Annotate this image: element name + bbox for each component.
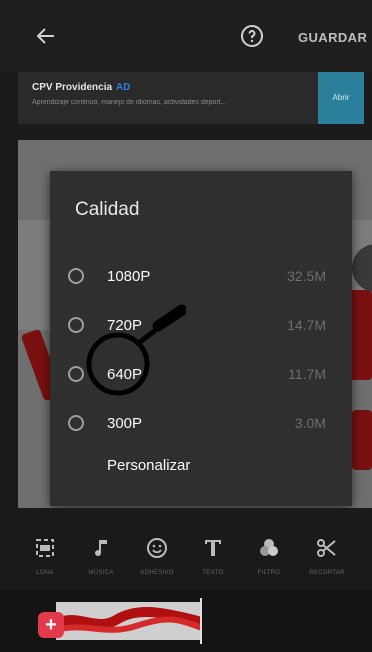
tool-label: MÚSICA [88,570,114,576]
ad-banner[interactable]: CPV Providencia AD Aprendizaje continuo, … [18,72,364,124]
tool-label: LONA [36,570,54,576]
tool-sticker[interactable]: ADHESIVO [134,536,180,576]
scissors-icon [317,539,336,557]
tool-label: ADHESIVO [140,570,174,576]
tool-canvas[interactable]: LONA [22,536,68,576]
tool-trim[interactable]: RECORTAR [304,536,350,576]
ad-title-text: CPV Providencia [32,82,113,93]
quality-option-300p[interactable]: 300P 3.0M [50,405,352,445]
add-clip-button[interactable]: + [38,612,64,638]
quality-option-640p[interactable]: 640P 11.7M [50,356,352,396]
tool-label: RECORTAR [309,570,345,576]
save-button[interactable]: GUARDAR [298,30,367,45]
quality-label: 1080P [107,268,151,285]
music-icon [95,540,107,557]
timeline: + [0,590,372,652]
canvas-decoration [352,410,372,470]
back-arrow-icon[interactable] [34,24,58,48]
top-app-bar: GUARDAR [0,0,372,72]
radio-button[interactable] [68,317,84,333]
file-size: 11.7M [288,366,326,382]
text-icon [205,540,221,556]
bottom-toolbar: LONA MÚSICA ADHESIVO TEXTO FILTRO RECORT… [0,508,372,590]
playhead[interactable] [200,598,202,644]
help-icon[interactable] [240,24,264,48]
ad-badge: AD [116,82,131,93]
radio-button[interactable] [68,366,84,382]
dialog-title: Calidad [75,199,140,220]
custom-quality-button[interactable]: Personalizar [107,457,190,474]
file-size: 32.5M [287,268,326,284]
quality-option-1080p[interactable]: 1080P 32.5M [50,258,352,298]
ad-open-button[interactable]: Abrir [318,72,364,124]
tool-music[interactable]: MÚSICA [78,536,124,576]
radio-button[interactable] [68,415,84,431]
radio-button[interactable] [68,268,84,284]
tool-label: TEXTO [202,570,224,576]
quality-dialog: Calidad 1080P 32.5M 720P 14.7M 640P 11.7… [50,171,352,506]
file-size: 14.7M [287,317,326,333]
filter-icon [260,539,278,556]
tool-filter[interactable]: FILTRO [246,536,292,576]
file-size: 3.0M [294,415,326,431]
tool-text[interactable]: TEXTO [190,536,236,576]
tool-label: FILTRO [257,570,281,576]
ad-description: Aprendizaje continuo, manejo de idiomas,… [32,99,227,106]
quality-label: 640P [107,366,143,383]
clip-preview [56,607,202,633]
canvas-icon [36,539,54,557]
quality-option-720p[interactable]: 720P 14.7M [50,307,352,347]
ad-title: CPV Providencia AD [32,82,130,93]
quality-label: 720P [107,317,143,334]
sticker-icon [147,538,167,558]
quality-label: 300P [107,415,143,432]
video-clip-thumbnail[interactable] [56,602,202,640]
